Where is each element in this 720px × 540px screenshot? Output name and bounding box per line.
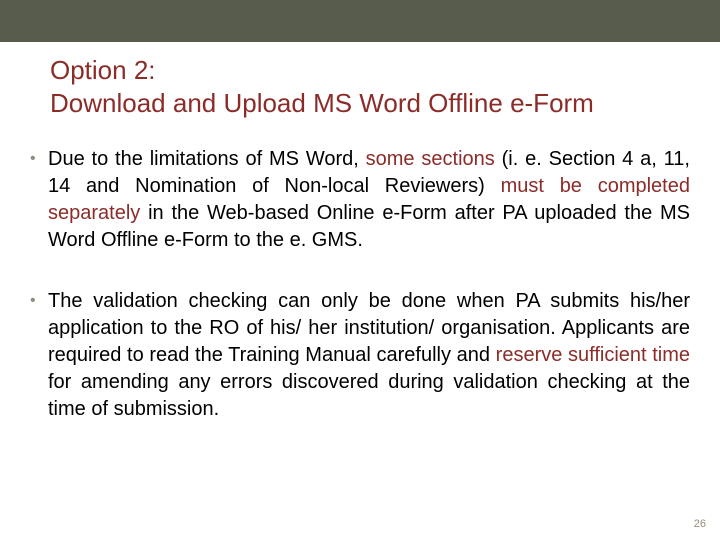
title-line-2: Download and Upload MS Word Offline e-Fo… — [50, 87, 660, 120]
bullet-item: • The validation checking can only be do… — [30, 288, 690, 423]
bullet-list: • Due to the limitations of MS Word, som… — [30, 146, 690, 457]
bullet-item: • Due to the limitations of MS Word, som… — [30, 146, 690, 254]
bullet-text: Due to the limitations of MS Word, some … — [48, 146, 690, 254]
page-number: 26 — [694, 518, 706, 530]
bullet-marker-icon: • — [30, 288, 48, 312]
bullet-text: The validation checking can only be done… — [48, 288, 690, 423]
title-line-1: Option 2: — [50, 54, 660, 87]
slide-title: Option 2: Download and Upload MS Word Of… — [50, 54, 660, 119]
bullet-marker-icon: • — [30, 146, 48, 170]
slide: Option 2: Download and Upload MS Word Of… — [0, 0, 720, 540]
top-color-band — [0, 0, 720, 42]
